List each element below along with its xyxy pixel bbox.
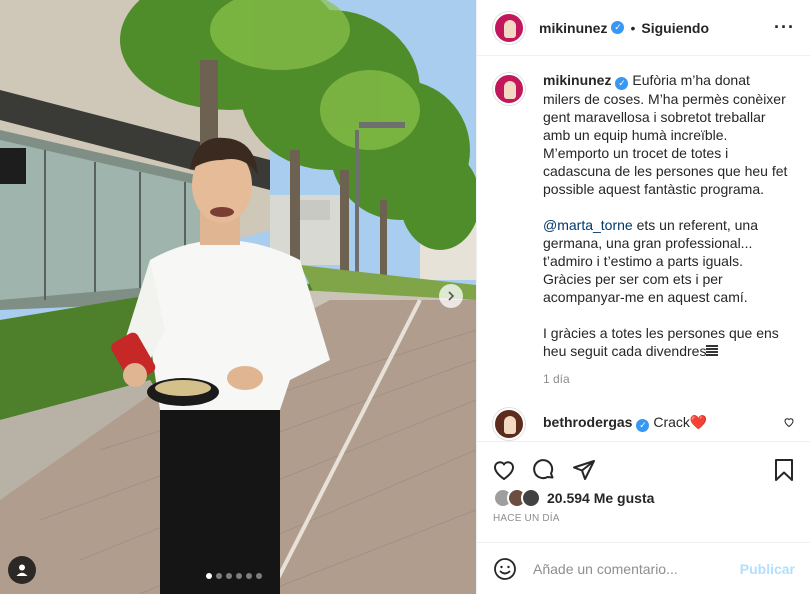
comment-button[interactable] bbox=[531, 457, 557, 483]
separator-dot: • bbox=[630, 19, 636, 36]
caption-author-avatar[interactable] bbox=[493, 73, 525, 105]
tagged-users-button[interactable] bbox=[8, 556, 36, 584]
caption-paragraph-2: @marta_torne ets un referent, una german… bbox=[543, 216, 791, 306]
comment-item: bethrodergas ✓ Crack❤️ bbox=[493, 407, 795, 440]
comment-icon bbox=[533, 458, 554, 479]
caption-paragraph-1: mikinunez ✓ Eufòria m’ha donat milers de … bbox=[543, 71, 791, 198]
carousel-dot bbox=[226, 573, 232, 579]
publish-button[interactable]: Publicar bbox=[740, 561, 795, 577]
share-button[interactable] bbox=[571, 457, 597, 483]
caption-text-3: I gràcies a totes les persones que ens h… bbox=[543, 324, 779, 359]
post-photo[interactable] bbox=[0, 0, 476, 594]
caption-text-1: Eufòria m’ha donat milers de coses. M’ha… bbox=[543, 72, 788, 197]
carousel-dot bbox=[216, 573, 222, 579]
emoji-icon[interactable] bbox=[493, 557, 517, 581]
carousel-dot bbox=[206, 573, 212, 579]
comments-section[interactable]: mikinunez ✓ Eufòria m’ha donat milers de … bbox=[477, 57, 810, 441]
mention-link[interactable]: @marta_torne bbox=[543, 217, 633, 233]
caption-paragraph-3: I gràcies a totes les persones que ens h… bbox=[543, 324, 791, 360]
post-details-panel: mikinunez ✓ • Siguiendo ··· mikinunez ✓ E… bbox=[476, 0, 810, 594]
like-button[interactable] bbox=[491, 457, 517, 483]
comment-like-icon[interactable] bbox=[783, 416, 795, 428]
commenter-avatar[interactable] bbox=[493, 407, 525, 440]
caption-username[interactable]: mikinunez bbox=[543, 72, 611, 88]
post-timestamp[interactable]: HACE UN DÍA bbox=[493, 513, 560, 524]
author-avatar[interactable] bbox=[493, 11, 525, 44]
comment-username[interactable]: bethrodergas bbox=[543, 414, 632, 430]
save-button[interactable] bbox=[771, 457, 797, 483]
carousel-dot bbox=[246, 573, 252, 579]
likes-count[interactable]: 20.594 Me gusta bbox=[547, 490, 654, 506]
caption-time[interactable]: 1 día bbox=[543, 370, 791, 388]
carousel-dot bbox=[236, 573, 242, 579]
author-username[interactable]: mikinunez bbox=[539, 20, 607, 36]
chevron-right-icon bbox=[448, 291, 455, 301]
comment-text: Crack❤️ bbox=[653, 413, 708, 430]
menu-lines-icon bbox=[706, 344, 719, 356]
verified-badge-icon: ✓ bbox=[636, 418, 650, 432]
more-options-icon[interactable]: ··· bbox=[774, 17, 795, 38]
add-comment-bar: Publicar bbox=[477, 542, 810, 594]
post-header: mikinunez ✓ • Siguiendo ··· bbox=[477, 0, 810, 56]
liker-avatar bbox=[521, 488, 541, 508]
caption: mikinunez ✓ Eufòria m’ha donat milers de … bbox=[493, 71, 795, 388]
verified-badge-icon: ✓ bbox=[615, 76, 629, 90]
carousel-indicator bbox=[206, 573, 262, 579]
heart-icon bbox=[494, 460, 514, 480]
comment-input[interactable] bbox=[533, 560, 729, 577]
carousel-dot bbox=[256, 573, 262, 579]
verified-badge-icon: ✓ bbox=[611, 21, 625, 34]
user-icon bbox=[16, 564, 28, 576]
following-button[interactable]: Siguiendo bbox=[641, 20, 709, 36]
bookmark-icon bbox=[775, 458, 793, 481]
post-image bbox=[0, 0, 476, 594]
carousel-next-button[interactable] bbox=[439, 284, 463, 308]
likes-summary: 20.594 Me gusta bbox=[493, 488, 654, 508]
share-icon bbox=[573, 459, 595, 480]
